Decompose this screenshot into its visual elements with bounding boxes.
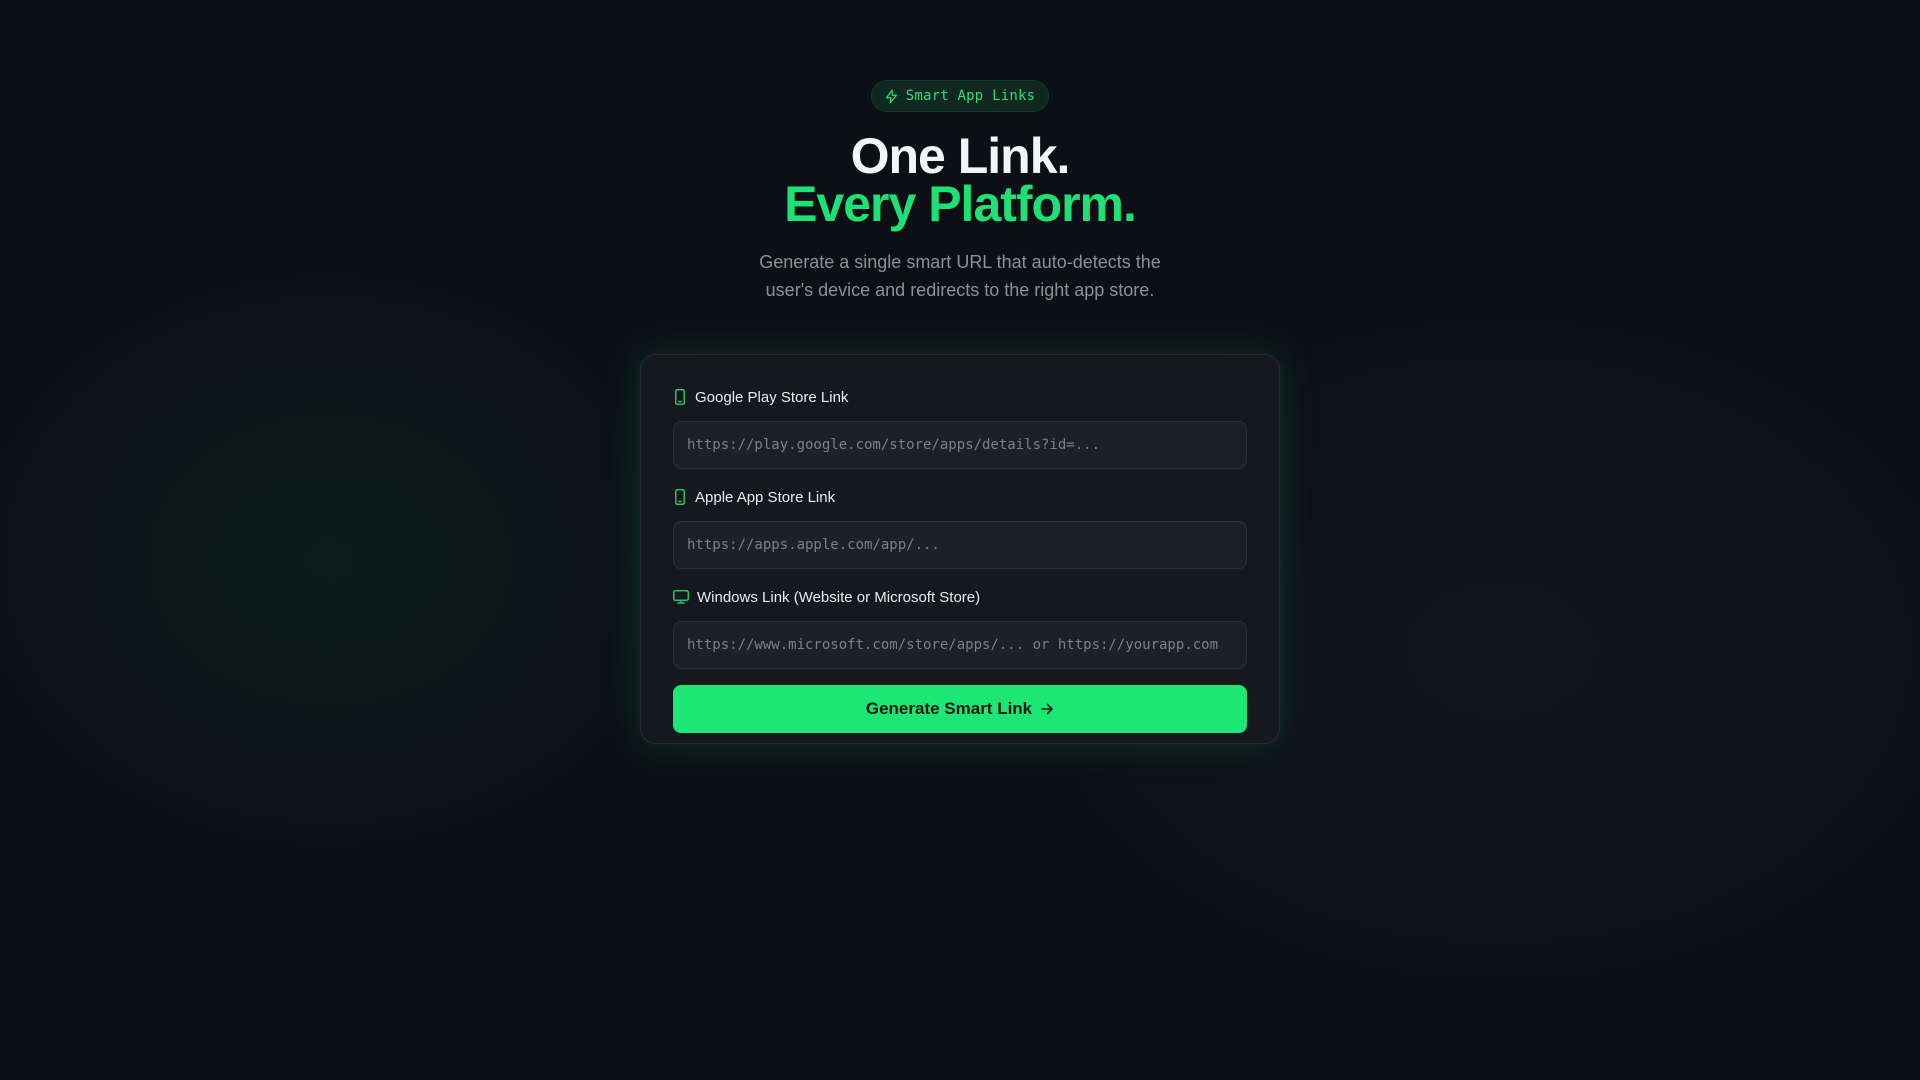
hero-title-line-2: Every Platform.	[784, 176, 1137, 232]
page: Smart App Links One Link. Every Platform…	[0, 0, 1920, 744]
smartphone-icon	[673, 389, 687, 405]
google-play-field: Google Play Store Link	[673, 387, 1247, 469]
hero-title-line-1: One Link.	[850, 128, 1071, 184]
apple-app-store-label-text: Apple App Store Link	[695, 488, 836, 506]
smart-app-links-badge: Smart App Links	[870, 80, 1050, 112]
lightning-icon	[884, 89, 899, 104]
google-play-label: Google Play Store Link	[673, 387, 1247, 407]
apple-app-store-label: Apple App Store Link	[673, 487, 1247, 507]
windows-link-input[interactable]	[673, 621, 1247, 669]
monitor-icon	[673, 590, 689, 604]
apple-app-store-link-input[interactable]	[673, 521, 1247, 569]
windows-label: Windows Link (Website or Microsoft Store…	[673, 587, 1247, 607]
apple-app-store-field: Apple App Store Link	[673, 487, 1247, 569]
badge-label: Smart App Links	[905, 88, 1036, 104]
google-play-link-input[interactable]	[673, 421, 1247, 469]
windows-field: Windows Link (Website or Microsoft Store…	[673, 587, 1247, 669]
hero-subtitle: Generate a single smart URL that auto-de…	[759, 252, 1161, 300]
smart-link-form-card: Google Play Store Link Apple App Store L…	[640, 354, 1280, 744]
generate-smart-link-button[interactable]: Generate Smart Link	[673, 685, 1247, 733]
windows-label-text: Windows Link (Website or Microsoft Store…	[697, 588, 981, 606]
generate-button-label: Generate Smart Link	[865, 699, 1033, 718]
arrow-right-icon	[1040, 702, 1054, 716]
google-play-label-text: Google Play Store Link	[695, 388, 849, 406]
smartphone-icon	[673, 489, 687, 505]
